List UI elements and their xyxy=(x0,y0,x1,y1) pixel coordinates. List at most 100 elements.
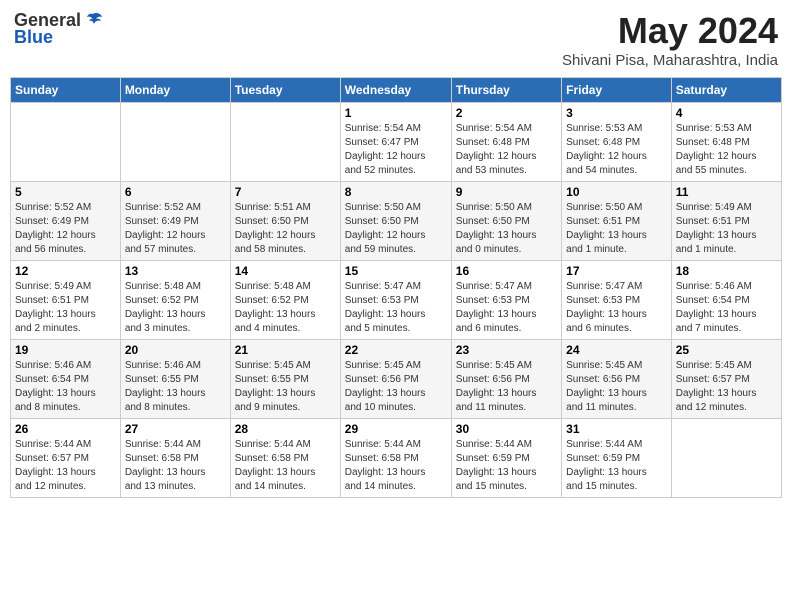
calendar-day-cell xyxy=(671,419,781,498)
day-number: 24 xyxy=(566,343,667,357)
day-number: 30 xyxy=(456,422,557,436)
calendar-day-cell: 2 Sunrise: 5:54 AM Sunset: 6:48 PM Daylig… xyxy=(451,103,561,182)
location-subtitle: Shivani Pisa, Maharashtra, India xyxy=(562,52,778,69)
day-info: Sunrise: 5:47 AM Sunset: 6:53 PM Dayligh… xyxy=(456,280,557,336)
day-number: 14 xyxy=(235,264,336,278)
day-number: 16 xyxy=(456,264,557,278)
weekday-header-cell: Tuesday xyxy=(230,78,340,103)
day-number: 11 xyxy=(676,185,777,199)
day-number: 15 xyxy=(345,264,447,278)
calendar-day-cell: 19 Sunrise: 5:46 AM Sunset: 6:54 PM Dayli… xyxy=(11,340,121,419)
day-number: 7 xyxy=(235,185,336,199)
month-title: May 2024 xyxy=(562,10,778,52)
day-info: Sunrise: 5:46 AM Sunset: 6:54 PM Dayligh… xyxy=(15,359,116,415)
day-info: Sunrise: 5:47 AM Sunset: 6:53 PM Dayligh… xyxy=(345,280,447,336)
day-info: Sunrise: 5:45 AM Sunset: 6:57 PM Dayligh… xyxy=(676,359,777,415)
weekday-header-cell: Thursday xyxy=(451,78,561,103)
calendar-day-cell: 7Sunrise: 5:51 AM Sunset: 6:50 PM Daylig… xyxy=(230,182,340,261)
calendar-day-cell: 26 Sunrise: 5:44 AM Sunset: 6:57 PM Dayli… xyxy=(11,419,121,498)
page-header: General Blue May 2024 Shivani Pisa, Maha… xyxy=(10,10,782,69)
calendar-day-cell: 24 Sunrise: 5:45 AM Sunset: 6:56 PM Dayli… xyxy=(562,340,672,419)
day-info: Sunrise: 5:44 AM Sunset: 6:57 PM Dayligh… xyxy=(15,438,116,494)
calendar-day-cell xyxy=(120,103,230,182)
day-info: Sunrise: 5:49 AM Sunset: 6:51 PM Dayligh… xyxy=(676,201,777,257)
day-info: Sunrise: 5:50 AM Sunset: 6:50 PM Dayligh… xyxy=(345,201,447,257)
day-number: 31 xyxy=(566,422,667,436)
calendar-week-row: 19 Sunrise: 5:46 AM Sunset: 6:54 PM Dayli… xyxy=(11,340,782,419)
day-info: Sunrise: 5:44 AM Sunset: 6:58 PM Dayligh… xyxy=(345,438,447,494)
day-number: 4 xyxy=(676,106,777,120)
day-info: Sunrise: 5:44 AM Sunset: 6:59 PM Dayligh… xyxy=(456,438,557,494)
logo-bird-icon xyxy=(83,12,103,30)
day-info: Sunrise: 5:44 AM Sunset: 6:59 PM Dayligh… xyxy=(566,438,667,494)
day-info: Sunrise: 5:46 AM Sunset: 6:54 PM Dayligh… xyxy=(676,280,777,336)
day-number: 3 xyxy=(566,106,667,120)
calendar-day-cell: 9 Sunrise: 5:50 AM Sunset: 6:50 PM Daylig… xyxy=(451,182,561,261)
day-number: 12 xyxy=(15,264,116,278)
day-number: 2 xyxy=(456,106,557,120)
day-number: 25 xyxy=(676,343,777,357)
calendar-day-cell: 31 Sunrise: 5:44 AM Sunset: 6:59 PM Dayli… xyxy=(562,419,672,498)
calendar-day-cell: 10 Sunrise: 5:50 AM Sunset: 6:51 PM Dayli… xyxy=(562,182,672,261)
day-info: Sunrise: 5:46 AM Sunset: 6:55 PM Dayligh… xyxy=(125,359,226,415)
day-number: 9 xyxy=(456,185,557,199)
calendar-day-cell: 8 Sunrise: 5:50 AM Sunset: 6:50 PM Daylig… xyxy=(340,182,451,261)
day-info: Sunrise: 5:52 AM Sunset: 6:49 PM Dayligh… xyxy=(15,201,116,257)
day-info: Sunrise: 5:44 AM Sunset: 6:58 PM Dayligh… xyxy=(235,438,336,494)
day-info: Sunrise: 5:52 AM Sunset: 6:49 PM Dayligh… xyxy=(125,201,226,257)
calendar-table: SundayMondayTuesdayWednesdayThursdayFrid… xyxy=(10,77,782,498)
day-number: 27 xyxy=(125,422,226,436)
calendar-day-cell: 12 Sunrise: 5:49 AM Sunset: 6:51 PM Dayli… xyxy=(11,261,121,340)
calendar-body: 1 Sunrise: 5:54 AM Sunset: 6:47 PM Daylig… xyxy=(11,103,782,498)
title-block: May 2024 Shivani Pisa, Maharashtra, Indi… xyxy=(562,10,778,69)
day-info: Sunrise: 5:44 AM Sunset: 6:58 PM Dayligh… xyxy=(125,438,226,494)
calendar-day-cell: 20 Sunrise: 5:46 AM Sunset: 6:55 PM Dayli… xyxy=(120,340,230,419)
calendar-day-cell xyxy=(230,103,340,182)
day-info: Sunrise: 5:48 AM Sunset: 6:52 PM Dayligh… xyxy=(125,280,226,336)
day-number: 6 xyxy=(125,185,226,199)
weekday-header-cell: Saturday xyxy=(671,78,781,103)
calendar-day-cell: 25 Sunrise: 5:45 AM Sunset: 6:57 PM Dayli… xyxy=(671,340,781,419)
weekday-header-cell: Friday xyxy=(562,78,672,103)
day-number: 5 xyxy=(15,185,116,199)
day-number: 8 xyxy=(345,185,447,199)
day-info: Sunrise: 5:53 AM Sunset: 6:48 PM Dayligh… xyxy=(566,122,667,178)
day-info: Sunrise: 5:50 AM Sunset: 6:51 PM Dayligh… xyxy=(566,201,667,257)
day-number: 22 xyxy=(345,343,447,357)
day-number: 10 xyxy=(566,185,667,199)
day-number: 13 xyxy=(125,264,226,278)
day-info: Sunrise: 5:54 AM Sunset: 6:47 PM Dayligh… xyxy=(345,122,447,178)
calendar-day-cell: 13 Sunrise: 5:48 AM Sunset: 6:52 PM Dayli… xyxy=(120,261,230,340)
calendar-day-cell: 17Sunrise: 5:47 AM Sunset: 6:53 PM Dayli… xyxy=(562,261,672,340)
calendar-day-cell: 3 Sunrise: 5:53 AM Sunset: 6:48 PM Daylig… xyxy=(562,103,672,182)
day-number: 19 xyxy=(15,343,116,357)
day-number: 26 xyxy=(15,422,116,436)
weekday-header-cell: Wednesday xyxy=(340,78,451,103)
calendar-day-cell: 29Sunrise: 5:44 AM Sunset: 6:58 PM Dayli… xyxy=(340,419,451,498)
day-info: Sunrise: 5:53 AM Sunset: 6:48 PM Dayligh… xyxy=(676,122,777,178)
calendar-day-cell: 14Sunrise: 5:48 AM Sunset: 6:52 PM Dayli… xyxy=(230,261,340,340)
calendar-day-cell: 23Sunrise: 5:45 AM Sunset: 6:56 PM Dayli… xyxy=(451,340,561,419)
day-info: Sunrise: 5:50 AM Sunset: 6:50 PM Dayligh… xyxy=(456,201,557,257)
day-number: 18 xyxy=(676,264,777,278)
day-info: Sunrise: 5:54 AM Sunset: 6:48 PM Dayligh… xyxy=(456,122,557,178)
day-info: Sunrise: 5:47 AM Sunset: 6:53 PM Dayligh… xyxy=(566,280,667,336)
calendar-day-cell: 30 Sunrise: 5:44 AM Sunset: 6:59 PM Dayli… xyxy=(451,419,561,498)
day-number: 1 xyxy=(345,106,447,120)
calendar-day-cell: 1 Sunrise: 5:54 AM Sunset: 6:47 PM Daylig… xyxy=(340,103,451,182)
weekday-header-cell: Sunday xyxy=(11,78,121,103)
calendar-week-row: 5 Sunrise: 5:52 AM Sunset: 6:49 PM Daylig… xyxy=(11,182,782,261)
calendar-day-cell: 28Sunrise: 5:44 AM Sunset: 6:58 PM Dayli… xyxy=(230,419,340,498)
day-number: 20 xyxy=(125,343,226,357)
weekday-header-cell: Monday xyxy=(120,78,230,103)
calendar-day-cell: 16 Sunrise: 5:47 AM Sunset: 6:53 PM Dayli… xyxy=(451,261,561,340)
day-info: Sunrise: 5:45 AM Sunset: 6:56 PM Dayligh… xyxy=(456,359,557,415)
day-info: Sunrise: 5:45 AM Sunset: 6:55 PM Dayligh… xyxy=(235,359,336,415)
day-info: Sunrise: 5:45 AM Sunset: 6:56 PM Dayligh… xyxy=(566,359,667,415)
day-info: Sunrise: 5:49 AM Sunset: 6:51 PM Dayligh… xyxy=(15,280,116,336)
calendar-day-cell: 18 Sunrise: 5:46 AM Sunset: 6:54 PM Dayli… xyxy=(671,261,781,340)
calendar-day-cell: 4 Sunrise: 5:53 AM Sunset: 6:48 PM Daylig… xyxy=(671,103,781,182)
calendar-week-row: 12 Sunrise: 5:49 AM Sunset: 6:51 PM Dayli… xyxy=(11,261,782,340)
calendar-day-cell: 15 Sunrise: 5:47 AM Sunset: 6:53 PM Dayli… xyxy=(340,261,451,340)
calendar-day-cell xyxy=(11,103,121,182)
